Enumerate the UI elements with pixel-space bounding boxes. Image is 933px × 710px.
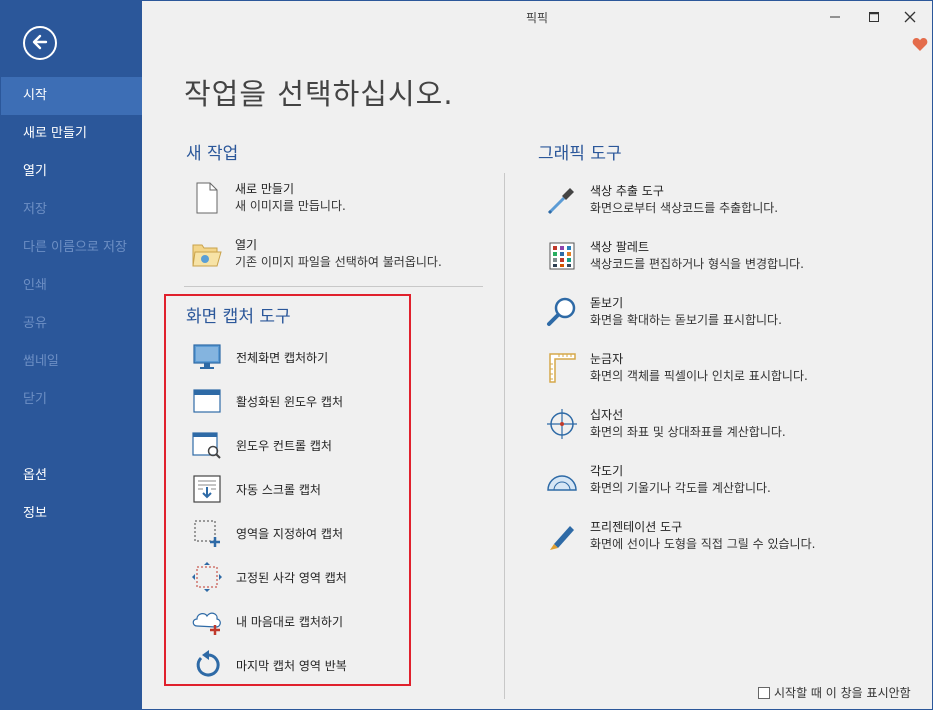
color-picker-title: 색상 추출 도구 <box>590 184 664 198</box>
freehand-cloud-icon <box>191 605 223 637</box>
sidebar-item-open[interactable]: 열기 <box>1 153 142 191</box>
open-folder-icon <box>191 238 223 270</box>
sidebar-item-share: 공유 <box>23 316 47 331</box>
sidebar-nav: 시작 새로 만들기 열기 저장 다른 이름으로 저장 인쇄 공유 썸네일 닫기 <box>1 77 142 419</box>
sidebar-bottom-nav: 옵션 정보 <box>1 457 142 533</box>
maximize-icon <box>869 12 879 22</box>
crosshair-desc: 화면의 좌표 및 상대좌표를 계산합니다. <box>590 425 786 439</box>
close-icon <box>904 11 916 23</box>
presentation-title: 프리젠테이션 도구 <box>590 520 683 534</box>
maximize-button[interactable] <box>863 7 885 27</box>
sidebar-item-new[interactable]: 새로 만들기 <box>1 115 142 153</box>
magnifier-icon <box>546 296 578 328</box>
window-magnifier-icon <box>191 429 223 461</box>
sidebar-item-save-as: 다른 이름으로 저장 <box>23 240 127 255</box>
protractor-desc: 화면의 기울기나 각도를 계산합니다. <box>590 481 771 495</box>
capture-auto-scroll[interactable]: 자동 스크롤 캡처 <box>191 473 321 505</box>
minimize-icon <box>830 16 840 18</box>
new-document-icon <box>191 182 223 214</box>
magnifier-desc: 화면을 확대하는 돋보기를 표시합니다. <box>590 313 782 327</box>
color-palette-title: 색상 팔레트 <box>590 240 650 254</box>
ruler-title: 눈금자 <box>590 352 624 366</box>
capture-fullscreen[interactable]: 전체화면 캡처하기 <box>191 341 328 373</box>
minimize-button[interactable] <box>824 7 846 27</box>
sidebar-item-thumbnail: 썸네일 <box>23 354 59 369</box>
magnifier-title: 돋보기 <box>590 296 624 310</box>
palette-grid-icon <box>546 240 578 272</box>
sidebar-item-start[interactable]: 시작 <box>1 77 142 115</box>
color-picker-item[interactable]: 색상 추출 도구 화면으로부터 색상코드를 추출합니다. <box>546 183 778 217</box>
sidebar-item-about[interactable]: 정보 <box>1 495 142 533</box>
capture-window-control-label: 윈도우 컨트롤 캡처 <box>236 438 332 453</box>
capture-repeat-last-label: 마지막 캡처 영역 반복 <box>236 658 347 673</box>
capture-active-window-label: 활성화된 윈도우 캡처 <box>236 394 343 409</box>
new-image-desc: 새 이미지를 만듭니다. <box>235 199 346 213</box>
color-palette-item[interactable]: 색상 팔레트 색상코드를 편집하거나 형식을 변경합니다. <box>546 239 804 273</box>
color-palette-desc: 색상코드를 편집하거나 형식을 변경합니다. <box>590 257 804 271</box>
capture-region-label: 영역을 지정하여 캡처 <box>236 526 343 541</box>
ruler-item[interactable]: 눈금자 화면의 객체를 픽셀이나 인치로 표시합니다. <box>546 351 808 385</box>
open-file-desc: 기존 이미지 파일을 선택하여 불러옵니다. <box>235 255 442 269</box>
startup-checkbox-row[interactable]: 시작할 때 이 창을 표시안함 <box>758 684 911 701</box>
fixed-region-icon <box>191 561 223 593</box>
capture-fixed-region[interactable]: 고정된 사각 영역 캡처 <box>191 561 347 593</box>
app-window: 시작 새로 만들기 열기 저장 다른 이름으로 저장 인쇄 공유 썸네일 닫기 … <box>0 0 933 710</box>
startup-checkbox-label: 시작할 때 이 창을 표시안함 <box>774 686 911 700</box>
window-title: 픽픽 <box>525 11 549 25</box>
region-select-icon <box>191 517 223 549</box>
eyedropper-icon <box>546 184 578 216</box>
repeat-icon <box>191 649 223 681</box>
close-button[interactable] <box>899 7 921 27</box>
capture-region[interactable]: 영역을 지정하여 캡처 <box>191 517 343 549</box>
color-picker-desc: 화면으로부터 색상코드를 추출합니다. <box>590 201 779 215</box>
capture-active-window[interactable]: 활성화된 윈도우 캡처 <box>191 385 343 417</box>
back-arrow-icon <box>30 32 50 55</box>
capture-fixed-region-label: 고정된 사각 영역 캡처 <box>236 570 347 585</box>
window-icon <box>191 385 223 417</box>
open-file-item[interactable]: 열기 기존 이미지 파일을 선택하여 불러옵니다. <box>191 237 442 271</box>
open-file-title: 열기 <box>235 238 258 252</box>
presentation-desc: 화면에 선이나 도형을 직접 그릴 수 있습니다. <box>590 537 816 551</box>
capture-freehand[interactable]: 내 마음대로 캡처하기 <box>191 605 343 637</box>
section-new-task-heading: 새 작업 <box>186 144 239 164</box>
monitor-icon <box>191 341 223 373</box>
protractor-icon <box>546 464 578 496</box>
capture-fullscreen-label: 전체화면 캡처하기 <box>236 350 329 365</box>
back-button[interactable] <box>23 26 57 60</box>
sidebar-item-options[interactable]: 옵션 <box>1 457 142 495</box>
crosshair-title: 십자선 <box>590 408 624 422</box>
capture-freehand-label: 내 마음대로 캡처하기 <box>236 614 343 629</box>
page-title: 작업을 선택하십시오. <box>184 77 454 111</box>
sidebar: 시작 새로 만들기 열기 저장 다른 이름으로 저장 인쇄 공유 썸네일 닫기 … <box>1 1 142 709</box>
sidebar-item-print: 인쇄 <box>23 278 47 293</box>
section-capture-heading: 화면 캡처 도구 <box>186 307 291 327</box>
ruler-icon <box>546 352 578 384</box>
pen-icon <box>546 520 578 552</box>
protractor-title: 각도기 <box>590 464 624 478</box>
scroll-capture-icon <box>191 473 223 505</box>
heart-icon[interactable] <box>912 37 928 55</box>
capture-auto-scroll-label: 자동 스크롤 캡처 <box>236 482 321 497</box>
section-graphics-heading: 그래픽 도구 <box>538 144 622 164</box>
sidebar-item-close: 닫기 <box>23 392 47 407</box>
new-image-title: 새로 만들기 <box>235 182 295 196</box>
new-image-item[interactable]: 새로 만들기 새 이미지를 만듭니다. <box>191 181 346 215</box>
startup-checkbox[interactable] <box>758 686 770 699</box>
sidebar-item-save: 저장 <box>23 202 47 217</box>
crosshair-item[interactable]: 십자선 화면의 좌표 및 상대좌표를 계산합니다. <box>546 407 786 441</box>
column-divider <box>504 173 505 699</box>
protractor-item[interactable]: 각도기 화면의 기울기나 각도를 계산합니다. <box>546 463 771 497</box>
crosshair-icon <box>546 408 578 440</box>
section-divider <box>184 286 483 287</box>
capture-window-control[interactable]: 윈도우 컨트롤 캡처 <box>191 429 332 461</box>
magnifier-item[interactable]: 돋보기 화면을 확대하는 돋보기를 표시합니다. <box>546 295 782 329</box>
capture-repeat-last[interactable]: 마지막 캡처 영역 반복 <box>191 649 347 681</box>
title-bar: 픽픽 <box>142 1 932 33</box>
ruler-desc: 화면의 객체를 픽셀이나 인치로 표시합니다. <box>590 369 808 383</box>
presentation-item[interactable]: 프리젠테이션 도구 화면에 선이나 도형을 직접 그릴 수 있습니다. <box>546 519 815 553</box>
